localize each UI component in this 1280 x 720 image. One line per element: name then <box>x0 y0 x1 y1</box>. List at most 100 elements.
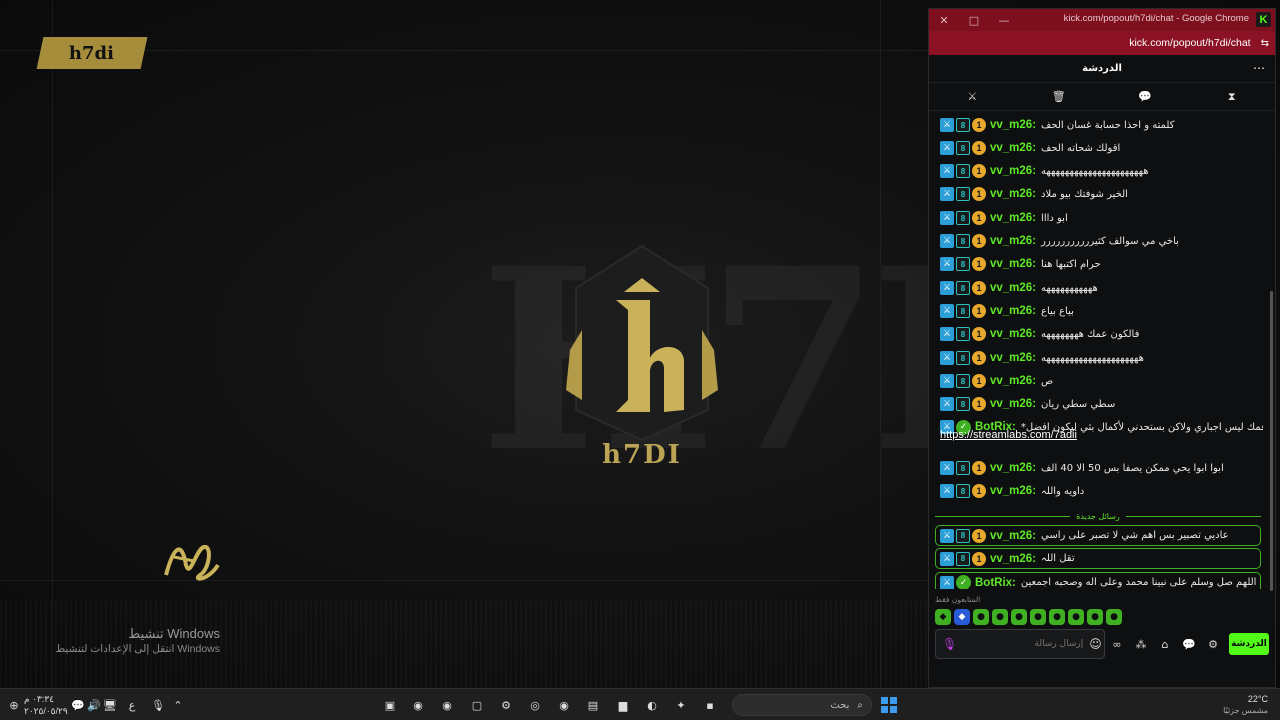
emote-icon[interactable]: ◆ <box>954 609 970 625</box>
chat-message[interactable]: ⚔ 8 1 vv_m26: اقولك شحاته الحف <box>940 138 1263 158</box>
windows-start-icon[interactable] <box>881 697 897 713</box>
taskbar-chrome-icon[interactable]: ◉ <box>437 695 457 715</box>
microphone-icon[interactable]: 🎙 <box>942 637 957 651</box>
streamlabs-link[interactable]: https://streamlabs.com/7adii <box>940 429 1077 441</box>
signature-mark <box>164 545 220 581</box>
chat-username[interactable]: vv_m26: <box>990 165 1036 177</box>
infinity-icon[interactable]: ∞ <box>1105 638 1129 651</box>
emote-icon[interactable]: ● <box>1087 609 1103 625</box>
chat-message[interactable]: ⚔ 8 1 vv_m26: داويه واللہ <box>940 481 1263 501</box>
edge-icon[interactable]: ◐ <box>642 695 662 715</box>
start-logo-tile <box>890 697 897 704</box>
taskbar-app-icon[interactable]: ▪ <box>700 695 720 715</box>
chat-message[interactable]: ⚔ 8 1 vv_m26: باخي مي سوالف كثيررررررررررر <box>940 231 1263 251</box>
language-indicator[interactable]: ع <box>122 695 142 715</box>
chat-username[interactable]: vv_m26: <box>990 553 1036 565</box>
address-bar[interactable]: kick.com/popout/h7di/chat ⇆ <box>929 31 1275 55</box>
chat-scrollbar[interactable] <box>1270 291 1273 591</box>
emote-icon[interactable]: ● <box>992 609 1008 625</box>
chat-icon[interactable]: 💬 <box>1177 638 1201 651</box>
chat-message[interactable]: ⚔ 8 1 vv_m26: ههههههههههههههههههههههه <box>940 161 1263 181</box>
chat-message-text: تقل اللہ <box>1041 553 1075 564</box>
moderator-badge-icon: ⚔ <box>940 304 954 318</box>
chat-bubble-icon[interactable]: 💬 <box>1125 90 1165 103</box>
maximize-button[interactable]: □ <box>959 9 989 31</box>
chat-username[interactable]: vv_m26: <box>990 328 1036 340</box>
chat-username[interactable]: vv_m26: <box>990 352 1036 364</box>
chat-message[interactable]: ⚔ 8 1 vv_m26: عاديي تصبير بس اهم شي لا تصبر … <box>935 525 1261 546</box>
store-icon[interactable]: ⌂ <box>1153 638 1177 651</box>
vip-badge-icon: 8 <box>956 304 970 318</box>
chat-username[interactable]: BotRix: <box>975 577 1016 589</box>
mic-tray-icon[interactable]: 🎙 <box>148 695 168 715</box>
emote-icon[interactable]: ● <box>1030 609 1046 625</box>
taskbar-search[interactable]: بحث ⌕ <box>732 694 872 716</box>
chat-username[interactable]: vv_m26: <box>990 462 1036 474</box>
chat-username[interactable]: vv_m26: <box>990 375 1036 387</box>
taskbar-kick-icon[interactable]: ▢ <box>467 695 487 715</box>
chat-message[interactable]: ⚔ 8 1 vv_m26: حرام اكتبها هنا <box>940 254 1263 274</box>
chat-message[interactable]: ⚔ 8 1 vv_m26: ابو دااا <box>940 208 1263 228</box>
chevron-up-icon[interactable]: ⌃ <box>168 695 188 715</box>
notification-icon[interactable]: ⊕ <box>4 695 24 715</box>
chat-username[interactable]: vv_m26: <box>990 530 1036 542</box>
chat-message[interactable]: ⚔ 8 1 vv_m26: هههههههههههههههههههههه <box>940 348 1263 368</box>
chat-message[interactable]: ⚔ 8 1 vv_m26: هههههههههههه <box>940 278 1263 298</box>
sharing-icon[interactable]: ⁂ <box>1129 638 1153 651</box>
file-explorer-icon[interactable]: ▆ <box>613 695 633 715</box>
copilot-icon[interactable]: ✦ <box>671 695 691 715</box>
system-clock[interactable]: ٠٣:٣٤ م ٢٠٢٥/٠٥/٢٩ <box>24 693 68 717</box>
emote-bar: ◆ ◆ ● ● ● ● ● ● ● ● <box>935 609 1122 625</box>
chat-username[interactable]: vv_m26: <box>990 119 1036 131</box>
chat-username[interactable]: vv_m26: <box>990 485 1036 497</box>
sword-icon[interactable]: ⚔ <box>952 90 992 103</box>
network-icon[interactable]: 🖥 <box>100 695 120 715</box>
chat-message[interactable]: ⚔ 8 1 vv_m26: بياع بياع <box>940 301 1263 321</box>
settings-icon[interactable]: ⚙ <box>1201 638 1225 651</box>
emote-icon[interactable]: ● <box>1049 609 1065 625</box>
weather-widget[interactable]: 22°C مشمس جزئيًا <box>1222 693 1268 717</box>
chat-input[interactable] <box>963 639 1084 649</box>
chat-message-text: هههههههههههههههههههههه <box>1041 352 1144 364</box>
emote-icon[interactable]: ● <box>1106 609 1122 625</box>
chat-message[interactable]: ⚔ 8 1 vv_m26: تقل اللہ <box>935 548 1261 569</box>
chat-username[interactable]: vv_m26: <box>990 398 1036 410</box>
trash-icon[interactable]: 🗑 <box>1039 90 1079 103</box>
url-text[interactable]: kick.com/popout/h7di/chat <box>1129 37 1250 49</box>
more-options-icon[interactable]: ⋯ <box>1253 61 1265 75</box>
minimize-button[interactable]: — <box>989 9 1019 31</box>
chat-username[interactable]: vv_m26: <box>990 305 1036 317</box>
close-button[interactable]: ✕ <box>929 9 959 31</box>
taskbar-chrome-icon[interactable]: ◉ <box>408 695 428 715</box>
chat-message[interactable]: ⚔ 8 1 vv_m26: سطي سطي ريان <box>940 394 1263 414</box>
emoji-icon[interactable]: ☺ <box>1089 637 1102 651</box>
taskbar-app-icon[interactable]: ▣ <box>380 695 400 715</box>
chat-username[interactable]: vv_m26: <box>990 212 1036 224</box>
chat-message[interactable]: ⚔ 8 1 vv_m26: الخير شوفتك بيو ملاد <box>940 184 1263 204</box>
chat-input-box[interactable]: 🎙 ☺ <box>935 629 1105 659</box>
taskbar-settings-icon[interactable]: ⚙ <box>496 695 516 715</box>
taskbar-chrome-icon[interactable]: ◉ <box>554 695 574 715</box>
taskbar-app-icon[interactable]: ▤ <box>583 695 603 715</box>
chat-message[interactable]: ⚔ 8 1 vv_m26: ابوا ابوا يحي ممكن يصفا بس 50 … <box>940 458 1263 478</box>
chat-username[interactable]: vv_m26: <box>990 142 1036 154</box>
emote-icon[interactable]: ● <box>1011 609 1027 625</box>
send-chat-button[interactable]: الدردشة <box>1229 633 1269 655</box>
chat-username[interactable]: vv_m26: <box>990 258 1036 270</box>
emote-icon[interactable]: ◆ <box>935 609 951 625</box>
chat-message[interactable]: ⚔ 8 1 vv_m26: فالكون عمك ههههههههه <box>940 324 1263 344</box>
taskbar-obs-icon[interactable]: ◎ <box>525 695 545 715</box>
hourglass-icon[interactable]: ⧗ <box>1212 90 1252 104</box>
site-settings-icon[interactable]: ⇆ <box>1261 38 1269 49</box>
window-titlebar[interactable]: ✕ □ — kick.com/popout/h7di/chat - Google… <box>929 9 1275 31</box>
grid-line <box>52 0 53 688</box>
chat-message[interactable]: ⚔ 8 1 vv_m26: كلمته و احذا حسابة غسان الحف <box>940 115 1263 135</box>
emote-icon[interactable]: ● <box>1068 609 1084 625</box>
chat-message[interactable]: ⚔ ✓ BotRix: اللهم صل وسلم على نبينا محمد وع… <box>935 572 1261 589</box>
chat-username[interactable]: vv_m26: <box>990 188 1036 200</box>
emote-icon[interactable]: ● <box>973 609 989 625</box>
chat-username[interactable]: vv_m26: <box>990 235 1036 247</box>
chat-message[interactable]: ⚔ 8 1 vv_m26: ص <box>940 371 1263 391</box>
chat-username[interactable]: vv_m26: <box>990 282 1036 294</box>
vip-badge-icon: 8 <box>956 118 970 132</box>
